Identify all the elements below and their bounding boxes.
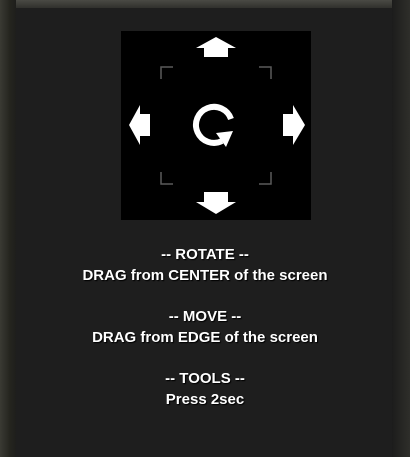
tutorial-overlay: -- ROTATE -- DRAG from CENTER of the scr… bbox=[0, 0, 410, 457]
move-heading: -- MOVE -- bbox=[168, 308, 242, 325]
corner-brackets-icon bbox=[160, 66, 272, 185]
tools-description: Press 2sec bbox=[165, 391, 245, 408]
instructions: -- ROTATE -- DRAG from CENTER of the scr… bbox=[0, 244, 410, 410]
gesture-diagram bbox=[121, 31, 311, 220]
arrow-down-icon bbox=[196, 192, 236, 214]
move-instruction: -- MOVE -- DRAG from EDGE of the screen bbox=[0, 306, 410, 348]
rotate-icon bbox=[193, 103, 234, 147]
move-description: DRAG from EDGE of the screen bbox=[92, 329, 318, 346]
arrow-right-icon bbox=[283, 105, 305, 145]
rotate-heading: -- ROTATE -- bbox=[161, 246, 249, 263]
arrow-up-icon bbox=[196, 37, 236, 57]
rotate-description: DRAG from CENTER of the screen bbox=[82, 267, 328, 284]
tools-heading: -- TOOLS -- bbox=[165, 370, 245, 387]
rotate-instruction: -- ROTATE -- DRAG from CENTER of the scr… bbox=[0, 244, 410, 286]
tools-instruction: -- TOOLS -- Press 2sec bbox=[0, 368, 410, 410]
arrow-left-icon bbox=[129, 105, 150, 145]
